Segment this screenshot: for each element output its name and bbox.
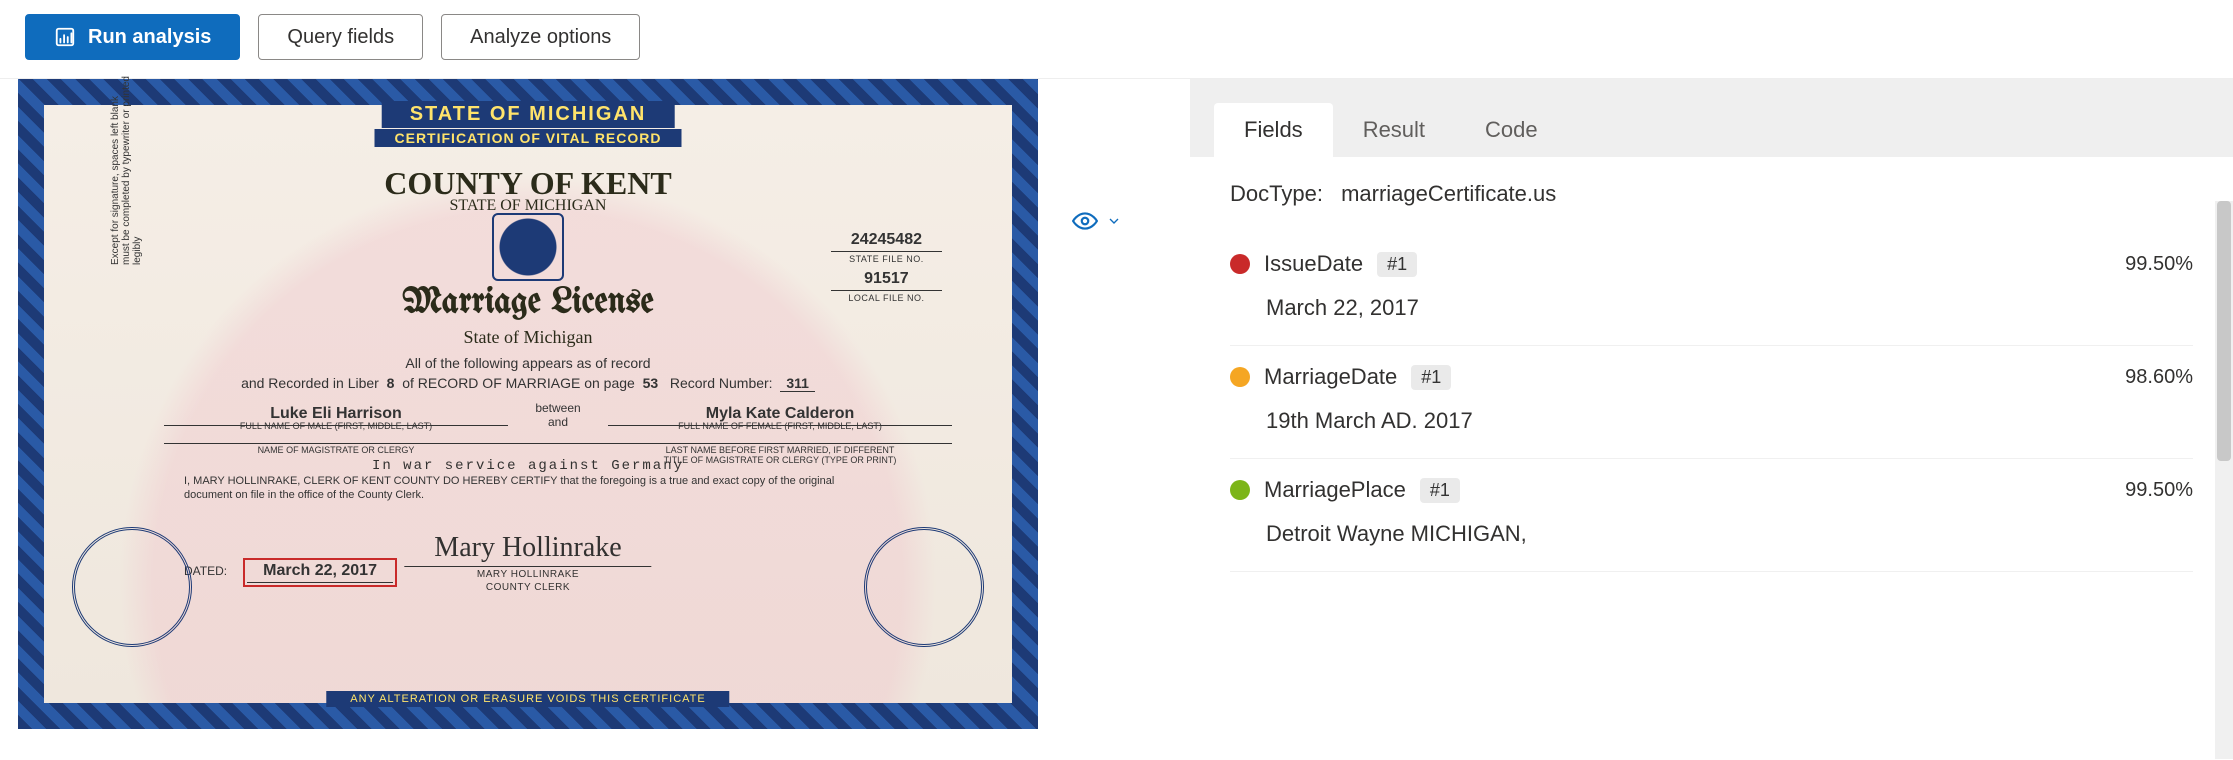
- between-top: between: [508, 401, 608, 415]
- field-header: IssueDate #1 99.50%: [1230, 251, 2193, 277]
- signature-title: COUNTY CLERK: [404, 582, 651, 593]
- tab-fields[interactable]: Fields: [1214, 103, 1333, 157]
- fullname-labels: FULL NAME OF MALE (FIRST, MIDDLE, LAST) …: [164, 421, 952, 431]
- scrollbar-thumb[interactable]: [2217, 201, 2231, 461]
- cert-appears-line: All of the following appears as of recor…: [44, 355, 1012, 371]
- field-confidence: 99.50%: [2125, 479, 2193, 502]
- dated-row: DATED: March 22, 2017: [184, 562, 393, 583]
- male-lbl: FULL NAME OF MALE (FIRST, MIDDLE, LAST): [164, 421, 508, 431]
- chevron-down-icon: [1106, 213, 1122, 229]
- cert-banner-state: STATE OF MICHIGAN: [382, 101, 675, 128]
- main-split: STATE OF MICHIGAN CERTIFICATION OF VITAL…: [0, 79, 2233, 759]
- cert-title: Marriage License: [44, 285, 1012, 322]
- state-file-no: 24245482: [831, 231, 942, 252]
- field-confidence: 99.50%: [2125, 253, 2193, 276]
- field-card[interactable]: MarriagePlace #1 99.50% Detroit Wayne MI…: [1230, 459, 2193, 572]
- results-scrollbar[interactable]: [2215, 201, 2233, 759]
- field-value: 19th March AD. 2017: [1266, 408, 2193, 434]
- signature-script: Mary Hollinrake: [404, 532, 651, 567]
- liber-prefix: and Recorded in Liber: [241, 375, 379, 391]
- doctype-row: DocType: marriageCertificate.us: [1230, 181, 2193, 207]
- field-name: MarriagePlace: [1264, 477, 1406, 503]
- female-lbl: FULL NAME OF FEMALE (FIRST, MIDDLE, LAST…: [608, 421, 952, 431]
- seal-left-icon: [72, 527, 192, 647]
- field-index-badge: #1: [1377, 252, 1417, 277]
- page-no: 53: [643, 375, 659, 391]
- state-emblem-icon: [492, 213, 564, 281]
- field-value: Detroit Wayne MICHIGAN,: [1266, 521, 2193, 547]
- result-tabs: Fields Result Code: [1190, 79, 2233, 157]
- doctype-value: marriageCertificate.us: [1341, 181, 1556, 206]
- analysis-icon: [54, 26, 76, 48]
- field-index-badge: #1: [1420, 478, 1460, 503]
- field-confidence: 98.60%: [2125, 366, 2193, 389]
- field-color-dot: [1230, 254, 1250, 274]
- field-index-badge: #1: [1411, 365, 1451, 390]
- cert-state-line: State of Michigan: [44, 327, 1012, 348]
- cert-banner-sub: CERTIFICATION OF VITAL RECORD: [375, 129, 682, 147]
- certify-text: I, MARY HOLLINRAKE, CLERK OF KENT COUNTY…: [184, 475, 872, 503]
- document-image[interactable]: STATE OF MICHIGAN CERTIFICATION OF VITAL…: [18, 79, 1038, 729]
- signature-area: Mary Hollinrake MARY HOLLINRAKE COUNTY C…: [404, 532, 651, 593]
- signature-name: MARY HOLLINRAKE: [404, 569, 651, 580]
- field-name: MarriageDate: [1264, 364, 1397, 390]
- cert-liber-line: and Recorded in Liber 8 of RECORD OF MAR…: [44, 375, 1012, 391]
- record-prefix: Record Number:: [670, 375, 773, 391]
- query-fields-button[interactable]: Query fields: [258, 14, 423, 60]
- dated-value: March 22, 2017: [247, 562, 393, 583]
- state-file-lbl: STATE FILE NO.: [831, 254, 942, 264]
- bottom-ribbon: ANY ALTERATION OR ERASURE VOIDS THIS CER…: [326, 691, 729, 707]
- eye-icon: [1072, 208, 1098, 234]
- liber-no: 8: [387, 375, 395, 391]
- field-value: March 22, 2017: [1266, 295, 2193, 321]
- field-header: MarriagePlace #1 99.50%: [1230, 477, 2193, 503]
- field-card[interactable]: IssueDate #1 99.50% March 22, 2017: [1230, 233, 2193, 346]
- results-pane: Fields Result Code DocType: marriageCert…: [1190, 79, 2233, 759]
- field-color-dot: [1230, 480, 1250, 500]
- command-bar: Run analysis Query fields Analyze option…: [0, 0, 2233, 79]
- liber-mid: of RECORD OF MARRIAGE on page: [402, 375, 635, 391]
- blank-underline: [164, 443, 952, 444]
- field-header: MarriageDate #1 98.60%: [1230, 364, 2193, 390]
- war-service-line: In war service against Germany: [44, 458, 1012, 474]
- seal-right-icon: [864, 527, 984, 647]
- query-fields-label: Query fields: [287, 26, 394, 49]
- analyze-options-button[interactable]: Analyze options: [441, 14, 640, 60]
- record-no: 311: [780, 375, 815, 392]
- field-name: IssueDate: [1264, 251, 1363, 277]
- results-body: DocType: marriageCertificate.us IssueDat…: [1190, 157, 2233, 759]
- doctype-label: DocType:: [1230, 181, 1323, 206]
- run-analysis-label: Run analysis: [88, 26, 211, 49]
- run-analysis-button[interactable]: Run analysis: [25, 14, 240, 60]
- visibility-toggle-button[interactable]: [1062, 197, 1132, 245]
- tab-result[interactable]: Result: [1333, 103, 1455, 157]
- field-color-dot: [1230, 367, 1250, 387]
- analyze-options-label: Analyze options: [470, 26, 611, 49]
- field-card[interactable]: MarriageDate #1 98.60% 19th March AD. 20…: [1230, 346, 2193, 459]
- tab-code[interactable]: Code: [1455, 103, 1568, 157]
- document-pane: STATE OF MICHIGAN CERTIFICATION OF VITAL…: [0, 79, 1190, 759]
- rotated-instruction: Except for signature, spaces left blank …: [110, 75, 143, 265]
